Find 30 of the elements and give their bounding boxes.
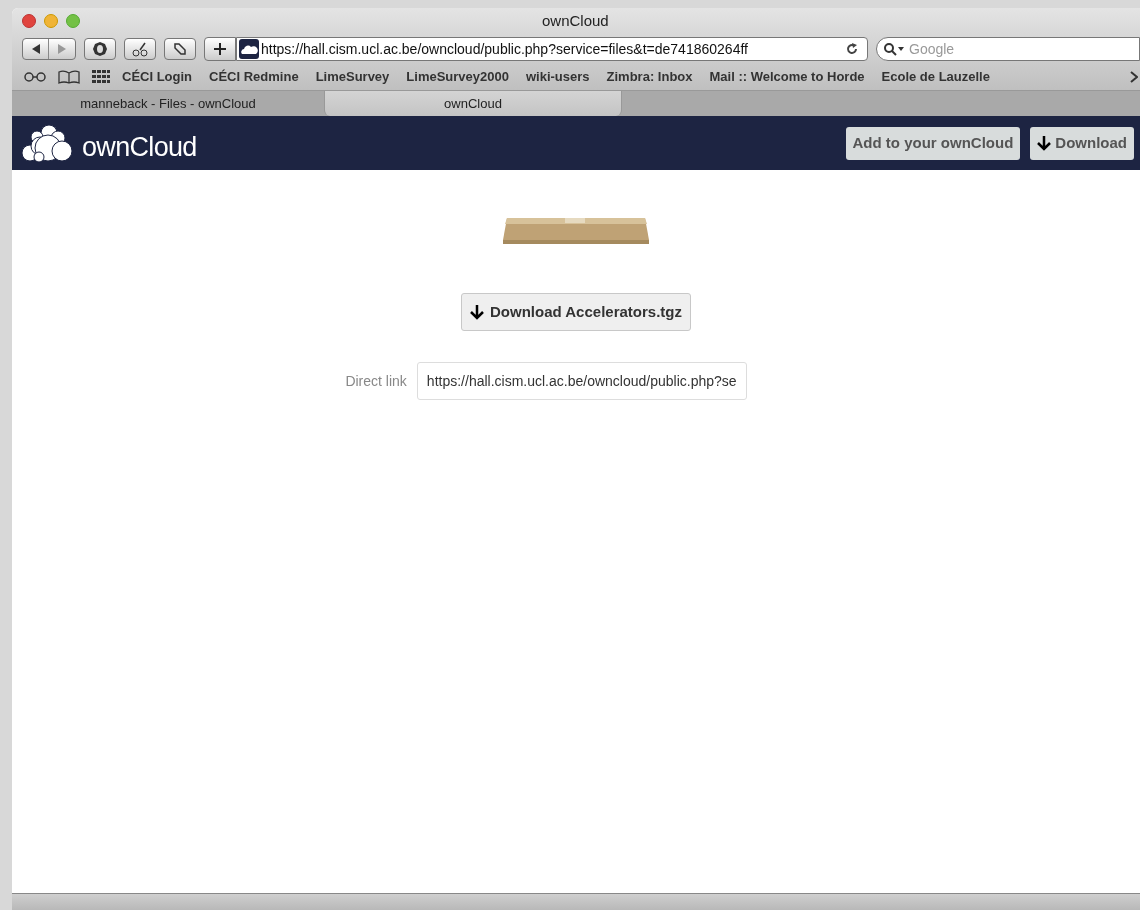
bookmark-link[interactable]: Mail :: Welcome to Horde <box>709 67 865 87</box>
bookmark-link[interactable]: CÉCI Redmine <box>209 67 299 87</box>
download-button[interactable]: Download Accelerators.tgz <box>461 293 691 331</box>
direct-link-field[interactable]: https://hall.cism.ucl.ac.be/owncloud/public.php?se <box>416 362 747 400</box>
bookmark-link[interactable]: Ecole de Lauzelle <box>881 67 990 87</box>
bookmark-link[interactable]: wiki-users <box>525 67 590 87</box>
back-icon <box>30 43 41 55</box>
grid-icon[interactable] <box>92 70 110 84</box>
book-icon[interactable] <box>58 70 80 84</box>
add-bookmark-button[interactable] <box>204 37 236 61</box>
chevron-icon[interactable] <box>1130 71 1138 83</box>
forward-icon <box>57 43 67 55</box>
plus-icon <box>214 43 226 55</box>
bookmark-link[interactable]: Zimbra: Inbox <box>606 67 693 87</box>
logo-text: ownCloud <box>82 134 197 161</box>
direct-link-label: Direct link <box>345 371 407 391</box>
add-to-owncloud-button[interactable]: Add to your ownCloud <box>845 126 1021 160</box>
download-arrow-icon <box>470 304 484 320</box>
reload-icon[interactable] <box>845 42 859 56</box>
download-button[interactable]: Download <box>1030 126 1134 160</box>
bookmark-link[interactable]: LimeSurvey2000 <box>406 67 509 87</box>
bookmark-link[interactable]: CÉCI Login <box>122 67 193 87</box>
search-icon <box>883 42 905 56</box>
window-title: ownCloud <box>542 10 609 31</box>
close-window-button[interactable] <box>22 14 36 28</box>
browser-tab[interactable]: ownCloud <box>324 91 622 116</box>
download-arrow-icon <box>1037 135 1052 151</box>
address-field[interactable]: https://hall.cism.ucl.ac.be/owncloud/public.php?service=files&t=de741860264ff <box>236 37 868 61</box>
cloud-icon <box>239 39 259 59</box>
bookmark-link[interactable]: LimeSurvey <box>315 67 390 87</box>
